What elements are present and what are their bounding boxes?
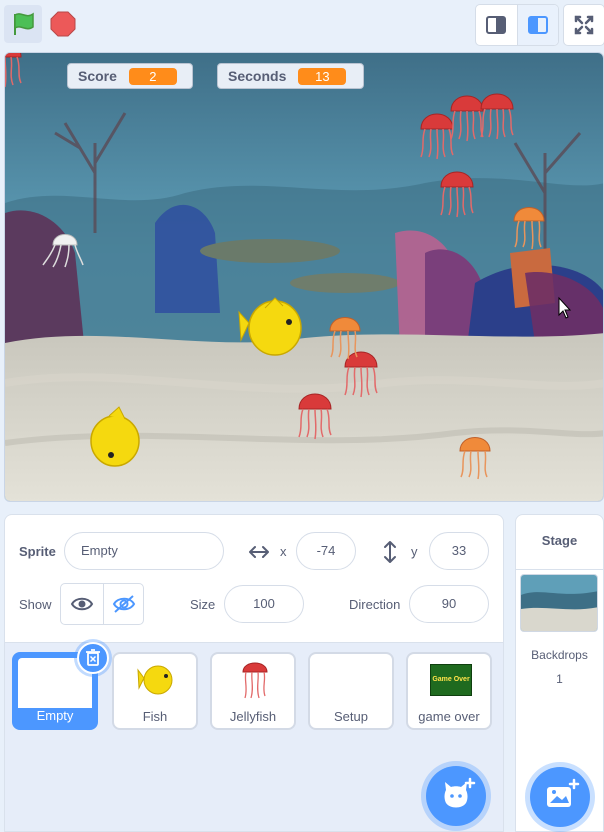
jellyfish-thumbnail (242, 662, 268, 699)
sprite-name: Jellyfish (229, 709, 277, 724)
sprite-tile-setup[interactable]: Setup (308, 652, 394, 730)
y-input[interactable]: 33 (429, 532, 489, 570)
vertical-arrows-icon (384, 541, 396, 563)
backdrops-label: Backdrops (531, 648, 588, 662)
trash-icon (86, 649, 100, 666)
backdrop-thumbnail[interactable] (520, 574, 598, 632)
visibility-toggle (60, 583, 144, 625)
sprite-tile-jellyfish[interactable]: Jellyfish (210, 652, 296, 730)
small-stage-button[interactable] (476, 5, 516, 45)
stop-button[interactable] (50, 11, 76, 37)
backdrops-count: 1 (556, 672, 563, 686)
image-add-icon (547, 778, 580, 807)
fish-thumbnail (137, 665, 173, 695)
sprite-name-input[interactable]: Empty (64, 532, 224, 570)
delete-sprite-button[interactable] (77, 642, 109, 674)
sprite-label: Sprite (19, 544, 56, 559)
sprite-name: Empty (36, 708, 74, 723)
fullscreen-icon (574, 15, 594, 35)
sprite-name: Setup (334, 709, 368, 724)
sprite-name: Fish (142, 709, 168, 724)
green-flag-button[interactable] (4, 5, 42, 43)
y-label: y (411, 544, 418, 559)
show-label: Show (19, 597, 52, 612)
small-stage-icon (486, 16, 506, 34)
stage-pane-title: Stage (516, 515, 603, 570)
large-stage-icon (528, 16, 548, 34)
stage-size-toggle (475, 4, 559, 46)
fullscreen-button[interactable] (563, 4, 604, 46)
game-over-thumbnail: Game Over (430, 664, 472, 696)
cat-add-icon (444, 777, 476, 808)
stop-icon (50, 11, 76, 37)
hide-button[interactable] (103, 584, 145, 624)
eye-icon (70, 597, 94, 611)
x-input[interactable]: -74 (296, 532, 356, 570)
jellyfish-sprites (298, 93, 572, 480)
sprite-name: game over (418, 709, 480, 724)
size-label: Size (190, 597, 216, 612)
direction-input[interactable]: 90 (409, 585, 489, 623)
large-stage-button[interactable] (517, 5, 558, 45)
add-backdrop-button[interactable] (530, 767, 590, 827)
sprite-tile-fish[interactable]: Fish (112, 652, 198, 730)
size-input[interactable]: 100 (224, 585, 304, 623)
sprite-tile-game-over[interactable]: Game Over game over (406, 652, 492, 730)
horizontal-arrows-icon (249, 546, 269, 558)
stage-canvas[interactable]: Score 2 Seconds 13 (4, 52, 604, 502)
add-sprite-button[interactable] (426, 766, 486, 826)
show-button[interactable] (61, 584, 104, 624)
direction-label: Direction (349, 597, 401, 612)
eye-slash-icon (112, 595, 136, 613)
green-flag-icon (14, 12, 34, 35)
x-label: x (280, 544, 287, 559)
